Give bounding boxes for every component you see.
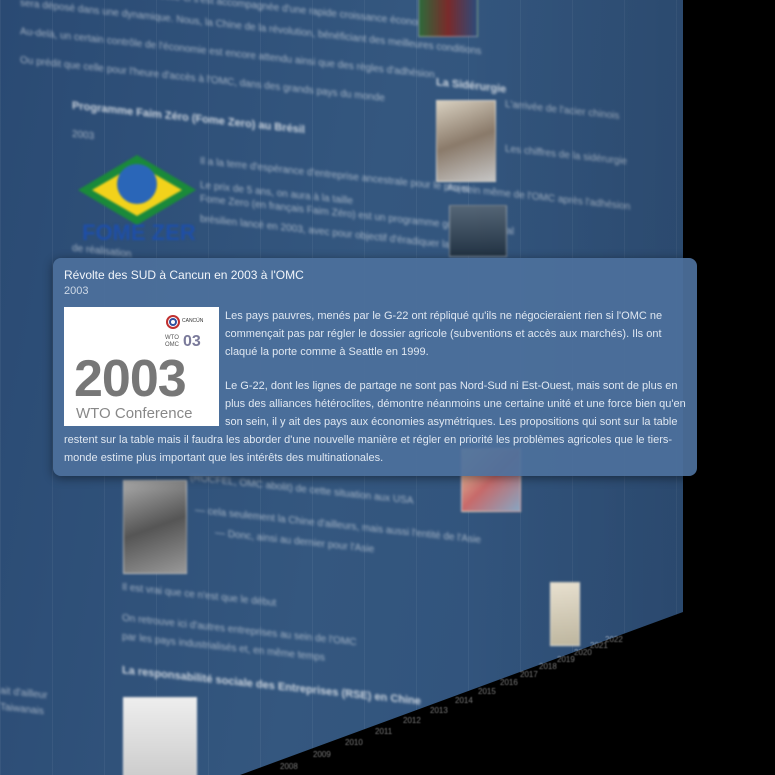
bg-text-line: Il est vrai que ce n'est que le début — [122, 581, 277, 610]
bg-text-line: ouverte dans son ensemble, et celle-ci s… — [20, 0, 445, 32]
bg-text-line: par les pays industrialisés et, en même … — [122, 631, 325, 664]
bg-text-line: Les chiffres de la sidérurgie — [505, 143, 628, 168]
timeline-year: 2011 — [375, 727, 393, 736]
bg-text-line: — Donc, ainsi au dernier pour l'Asie — [215, 527, 375, 556]
timeline-year: 2015 — [478, 687, 496, 696]
bg-text-line: — cela seulement la Chine d'ailleurs, ma… — [195, 504, 481, 547]
bg-text-line: L'arrivée de l'acier chinois — [505, 98, 620, 123]
timeline-year: 2013 — [430, 706, 448, 715]
timeline-year: 2016 — [500, 678, 518, 687]
bg-thumbnail — [418, 0, 478, 37]
bg-thumbnail — [123, 697, 197, 775]
fome-zero-text: FOME ZERO — [82, 220, 196, 245]
bg-text-line: Ou prédit que celle pour l'heure d'accès… — [20, 54, 385, 105]
bg-text-line: ait d'ailleur — [0, 685, 48, 702]
bg-text-line: Au sein même de l'OMC après l'adhésion — [447, 182, 631, 213]
popup-year: 2003 — [64, 285, 89, 297]
bg-heading: La responsabilité sociale des Entreprise… — [122, 664, 421, 708]
timeline-year: 2017 — [520, 670, 538, 679]
bg-thumbnail — [436, 100, 496, 182]
timeline-year: 2019 — [557, 655, 575, 664]
bg-text-line: On retrouve ici d'autres entreprises au … — [122, 612, 357, 649]
popup-title: Révolte des SUD à Cancun en 2003 à l'OMC — [64, 268, 304, 282]
bg-text-line: sera déposé dans une dynamique. Nous, la… — [20, 0, 482, 58]
bg-text-line: Le prix de 5 ans, on aura à la taille — [200, 179, 353, 208]
bg-text-line: brésilien lancé en 2003, avec pour objec… — [200, 213, 472, 254]
bg-text-line: Au-delà, un certain contrôle de l'économ… — [20, 26, 435, 81]
bg-thumbnail — [449, 205, 507, 257]
bg-thumbnail — [123, 480, 187, 574]
bg-text-line: Taiwanais — [0, 701, 44, 718]
timeline-year: 2014 — [455, 696, 473, 705]
timeline-year: 2018 — [539, 662, 557, 671]
bg-text-line: Il a la terre d'espérance d'entreprise a… — [200, 155, 469, 196]
fome-zero-logo: FOME ZERO — [78, 155, 196, 245]
bg-text-line: 2003 — [72, 128, 95, 143]
timeline-year: 2012 — [403, 716, 421, 725]
timeline-year: 2008 — [280, 762, 298, 771]
bg-heading: La Sidérurgie — [436, 76, 507, 96]
bg-thumbnail — [550, 582, 580, 646]
timeline-year: 2010 — [345, 738, 363, 747]
bg-heading: Programme Faim Zéro (Fome Zero) au Brési… — [72, 99, 305, 137]
bg-text-line: Fome Zero (en français Faim Zéro) est un… — [200, 193, 515, 238]
event-popup[interactable]: Révolte des SUD à Cancun en 2003 à l'OMC… — [53, 258, 697, 476]
timeline-year: 2009 — [313, 750, 331, 759]
popup-body: Les pays pauvres, menés par le G-22 ont … — [64, 307, 686, 483]
timeline-year: 2022 — [605, 635, 623, 644]
